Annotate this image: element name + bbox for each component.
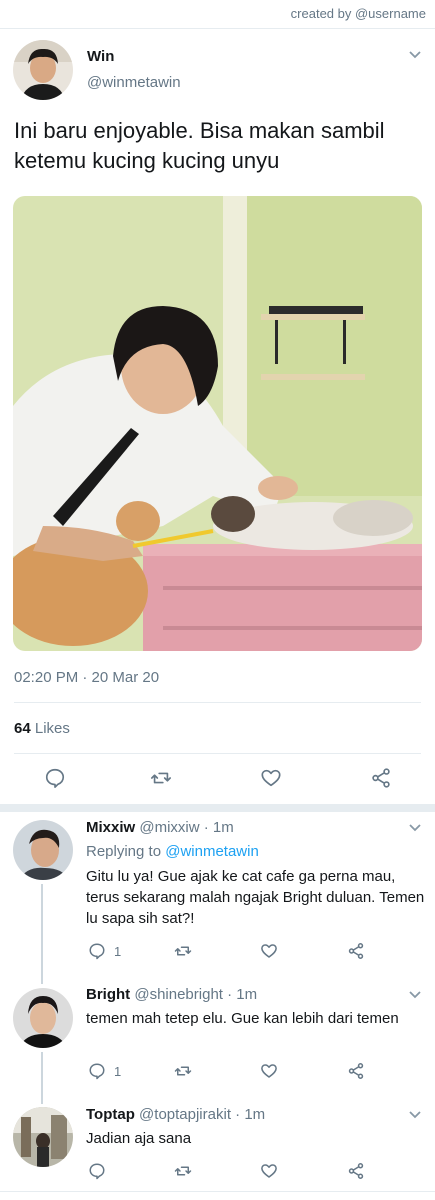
reply-icon[interactable] — [86, 1060, 108, 1082]
reply-icon[interactable] — [42, 765, 68, 791]
author-name[interactable]: Win — [87, 48, 114, 65]
divider — [0, 28, 435, 29]
replying-to-handle[interactable]: @winmetawin — [165, 843, 259, 860]
thread-line — [41, 884, 43, 984]
reply-text: temen mah tetep elu. Gue kan lebih dari … — [86, 1010, 399, 1027]
reply-author-handle[interactable]: @shinebright — [134, 986, 223, 1003]
share-icon[interactable] — [345, 1060, 367, 1082]
chevron-down-icon[interactable] — [408, 820, 422, 837]
retweet-icon[interactable] — [148, 765, 174, 791]
divider — [14, 702, 421, 703]
heart-icon[interactable] — [258, 765, 284, 791]
reply-icon[interactable] — [86, 1160, 108, 1182]
chevron-down-icon[interactable] — [408, 987, 422, 1004]
credit-text: created by @username — [290, 6, 426, 21]
chevron-down-icon[interactable] — [408, 47, 422, 64]
thread-line — [41, 1052, 43, 1104]
divider — [0, 1191, 435, 1192]
heart-icon[interactable] — [258, 1060, 280, 1082]
reply-time: · 1m — [203, 819, 234, 836]
share-icon[interactable] — [368, 765, 394, 791]
author-handle[interactable]: @winmetawin — [87, 74, 181, 91]
reply-author-name[interactable]: Bright — [86, 986, 130, 1003]
reply-count: 1 — [114, 944, 122, 959]
share-icon[interactable] — [345, 1160, 367, 1182]
retweet-icon[interactable] — [172, 1060, 194, 1082]
reply-author-name[interactable]: Toptap — [86, 1106, 135, 1123]
heart-icon[interactable] — [258, 1160, 280, 1182]
reply-count: 1 — [114, 1064, 122, 1079]
retweet-icon[interactable] — [172, 1160, 194, 1182]
replying-to-label: Replying to — [86, 843, 162, 860]
reply-author-handle[interactable]: @mixxiw — [139, 819, 199, 836]
reply-time: · 1m — [227, 986, 258, 1003]
avatar-bright[interactable] — [13, 988, 73, 1048]
replying-to: Replying to @winmetawin — [86, 843, 259, 860]
likes-count: 64 — [14, 720, 31, 737]
tweet-text: Ini baru enjoyable. Bisa makan sambil ke… — [14, 118, 385, 173]
reply-text: Jadian aja sana — [86, 1130, 192, 1147]
reply-author-name[interactable]: Mixxiw — [86, 819, 135, 836]
likes-summary[interactable]: 64 Likes — [14, 720, 70, 737]
tweet-timestamp[interactable]: 02:20 PM · 20 Mar 20 — [14, 669, 159, 686]
reply-header: Toptap @toptapjirakit · 1m — [86, 1106, 265, 1123]
avatar-mixxiw[interactable] — [13, 820, 73, 880]
divider — [14, 753, 421, 754]
likes-label: Likes — [34, 720, 70, 737]
tweet-photo[interactable] — [13, 196, 422, 651]
reply-text: Gitu lu ya! Gue ajak ke cat cafe ga pern… — [86, 868, 425, 927]
avatar-win[interactable] — [13, 40, 73, 100]
retweet-icon[interactable] — [172, 940, 194, 962]
chevron-down-icon[interactable] — [408, 1107, 422, 1124]
reply-author-handle[interactable]: @toptapjirakit — [139, 1106, 231, 1123]
reply-time: · 1m — [235, 1106, 266, 1123]
reply-header: Bright @shinebright · 1m — [86, 986, 257, 1003]
reply-icon[interactable] — [86, 940, 108, 962]
heart-icon[interactable] — [258, 940, 280, 962]
reply-header: Mixxiw @mixxiw · 1m — [86, 819, 234, 836]
section-divider — [0, 804, 435, 812]
avatar-toptap[interactable] — [13, 1107, 73, 1167]
share-icon[interactable] — [345, 940, 367, 962]
